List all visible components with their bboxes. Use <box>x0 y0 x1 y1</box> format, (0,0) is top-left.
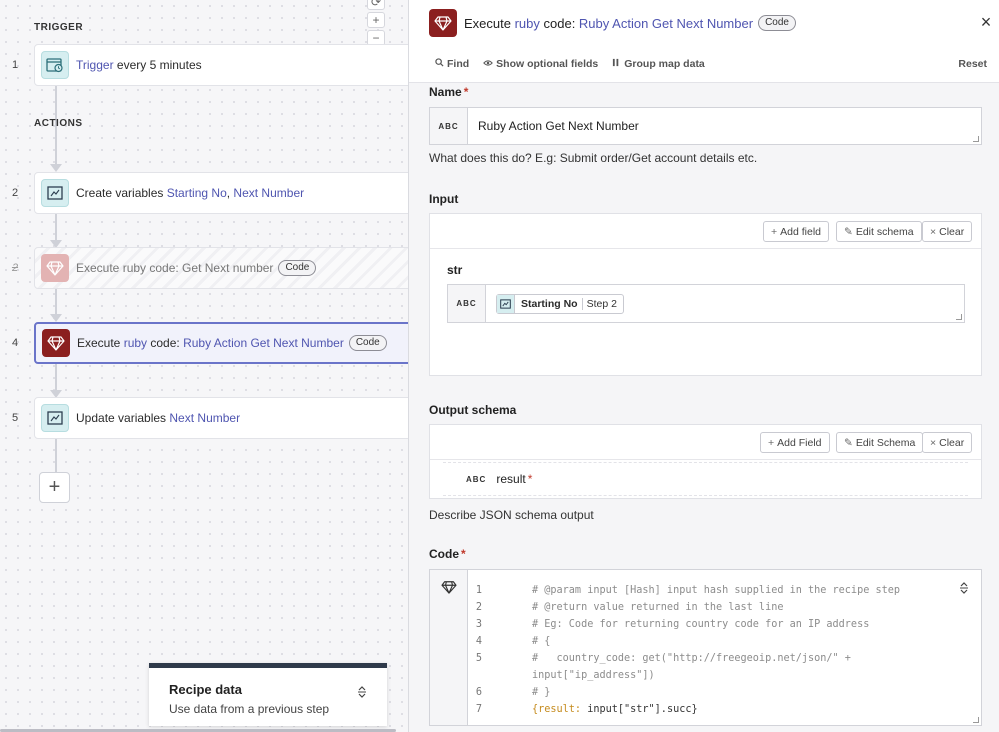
connector-arrow <box>50 164 62 172</box>
step-text: Execute ruby code: Ruby Action Get Next … <box>77 336 344 350</box>
eye-icon <box>483 59 493 70</box>
edit-schema-button[interactable]: ✎ Edit schema <box>836 221 922 242</box>
recipe-data-panel[interactable]: Recipe data Use data from a previous ste… <box>149 663 387 726</box>
connector-arrow <box>50 314 62 322</box>
add-field-button[interactable]: + Add field <box>763 221 830 242</box>
text-type-icon: ABC <box>448 285 486 322</box>
ruby-gem-icon <box>429 9 457 37</box>
step-create-variables[interactable]: Create variables Starting No, Next Numbe… <box>34 172 408 214</box>
close-icon: × <box>930 436 937 449</box>
step-text: Trigger every 5 minutes <box>76 58 202 72</box>
code-lines: 1 # @param input [Hash] input hash suppli… <box>475 585 901 715</box>
step-ruby-disabled[interactable]: Execute ruby code: Get Next number Code <box>34 247 408 289</box>
code-badge: Code <box>278 260 317 276</box>
pencil-icon: ✎ <box>844 436 853 449</box>
schema-field-name: result * <box>496 472 533 486</box>
step-number: 4 <box>11 337 19 349</box>
step-number-disabled: 2 <box>11 262 19 274</box>
name-label: Name * <box>429 85 469 99</box>
clear-button[interactable]: × Clear <box>922 432 973 453</box>
connector-line <box>55 288 57 315</box>
recipe-data-subtitle: Use data from a previous step <box>169 702 330 716</box>
str-field-label: str <box>447 263 463 277</box>
find-button[interactable]: Find <box>435 58 469 70</box>
step-config-panel: Execute ruby code: Ruby Action Get Next … <box>408 0 999 732</box>
zoom-in-button[interactable]: + <box>367 12 385 28</box>
output-schema-label: Output schema <box>429 403 517 417</box>
resize-handle-icon[interactable] <box>956 314 962 320</box>
code-label: Code * <box>429 547 466 561</box>
input-card: + Add field ✎ Edit schema × Clear str ABC S… <box>429 213 982 376</box>
expand-toggle-icon[interactable] <box>357 686 367 701</box>
add-field-button[interactable]: + Add Field <box>760 432 830 453</box>
schema-field-row[interactable]: ABC result * <box>443 462 968 496</box>
expand-toggle-icon[interactable] <box>959 582 969 597</box>
ruby-gem-icon <box>41 254 69 282</box>
connector-line <box>55 213 57 241</box>
step-text: Create variables Starting No, Next Numbe… <box>76 186 305 200</box>
text-type-icon: ABC <box>466 474 487 484</box>
output-schema-card: + Add Field ✎ Edit Schema × Clear ABC resul… <box>429 424 982 499</box>
input-card-toolbar: + Add field ✎ Edit schema × Clear <box>430 214 981 249</box>
scheduler-icon <box>41 51 69 79</box>
step-number: 5 <box>11 412 19 424</box>
connector-line <box>55 364 57 391</box>
panel-header: Execute ruby code: Ruby Action Get Next … <box>409 0 999 46</box>
close-button[interactable]: × <box>976 13 996 33</box>
code-editor[interactable]: 1 # @param input [Hash] input hash suppli… <box>429 569 982 726</box>
actions-section-label: ACTIONS <box>34 118 83 129</box>
show-optional-fields-button[interactable]: Show optional fields <box>483 58 598 70</box>
step-number: 2 <box>11 187 19 199</box>
text-type-icon: ABC <box>430 108 468 144</box>
variables-icon <box>41 404 69 432</box>
pencil-icon: ✎ <box>844 225 853 238</box>
variables-icon <box>41 179 69 207</box>
recipe-data-title: Recipe data <box>169 682 242 697</box>
search-icon <box>435 58 444 70</box>
edit-schema-button[interactable]: ✎ Edit Schema <box>836 432 924 453</box>
resize-handle-icon[interactable] <box>973 717 979 723</box>
add-step-button[interactable]: + <box>39 472 70 503</box>
step-text: Update variables Next Number <box>76 411 241 425</box>
step-number: 1 <box>11 59 19 71</box>
step-update-variables[interactable]: Update variables Next Number <box>34 397 408 439</box>
name-hint: What does this do? E.g: Submit order/Get… <box>429 151 758 165</box>
step-text: Execute ruby code: Get Next number <box>76 261 274 275</box>
code-badge: Code <box>348 335 387 351</box>
step-trigger[interactable]: Trigger every 5 minutes <box>34 44 408 86</box>
variables-icon <box>497 294 515 313</box>
ruby-gem-icon <box>42 329 70 357</box>
columns-icon <box>612 58 621 70</box>
close-icon: × <box>930 225 937 238</box>
name-value: Ruby Action Get Next Number <box>478 119 639 133</box>
panel-title: Execute ruby code: Ruby Action Get Next … <box>464 15 754 31</box>
name-input[interactable]: ABC Ruby Action Get Next Number <box>429 107 982 145</box>
step-ruby-selected[interactable]: Execute ruby code: Ruby Action Get Next … <box>34 322 408 364</box>
output-schema-hint: Describe JSON schema output <box>429 508 594 522</box>
ruby-gem-icon <box>430 570 468 725</box>
reset-button[interactable]: Reset <box>958 58 987 70</box>
clear-button[interactable]: × Clear <box>922 221 973 242</box>
trigger-section-label: TRIGGER <box>34 22 84 33</box>
datapill-starting-no[interactable]: Starting No Step 2 <box>496 293 624 314</box>
code-badge: Code <box>758 15 796 31</box>
recipe-canvas[interactable]: ⟳ + − TRIGGER 1 Trigger every 5 minutes … <box>0 0 408 732</box>
str-input[interactable]: ABC Starting No Step 2 <box>447 284 965 323</box>
resize-handle-icon[interactable] <box>973 136 979 142</box>
output-card-toolbar: + Add Field ✎ Edit Schema × Clear <box>430 425 981 460</box>
input-label: Input <box>429 192 459 206</box>
connector-line <box>55 439 57 472</box>
group-map-data-button[interactable]: Group map data <box>612 58 705 70</box>
panel-toolbar: Find Show optional fields Group map data… <box>409 46 999 83</box>
zoom-fit-button[interactable]: ⟳ <box>367 0 385 10</box>
